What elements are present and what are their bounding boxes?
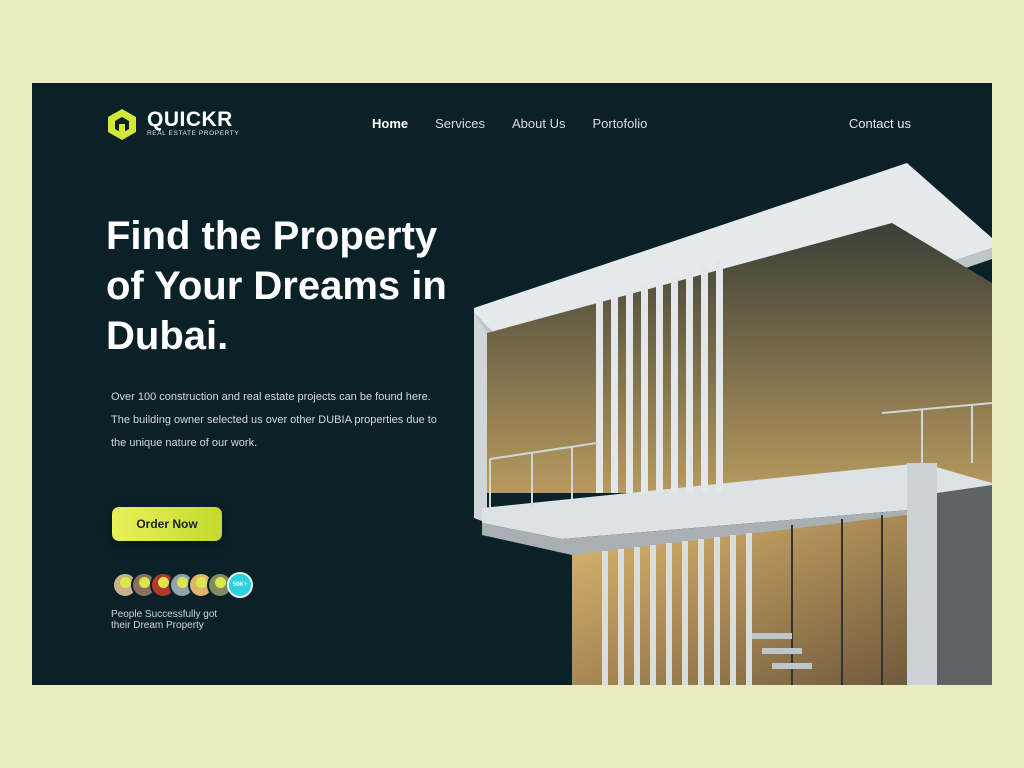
description-line: The building owner selected us over othe… (111, 414, 437, 426)
social-proof-line: their Dream Property (111, 620, 204, 631)
social-proof-text: People Successfully got their Dream Prop… (111, 609, 241, 631)
nav-contact-us[interactable]: Contact us (849, 116, 911, 131)
modern-house-photo (474, 163, 992, 685)
brand-logo[interactable]: QUICKR REAL ESTATE PROPERTY (105, 107, 239, 141)
brand-name: QUICKR (147, 108, 233, 131)
hero-title-line: Find the Property (106, 214, 438, 258)
nav-home[interactable]: Home (372, 116, 408, 131)
description-line: the unique nature of our work. (111, 437, 258, 449)
brand-text: QUICKR REAL ESTATE PROPERTY (147, 108, 240, 138)
hexagon-house-icon (108, 109, 136, 140)
hero-panel: QUICKR REAL ESTATE PROPERTY Home Service… (32, 83, 992, 685)
social-proof-line: People Successfully got (111, 609, 218, 620)
nav-about-us[interactable]: About Us (512, 116, 565, 131)
hero-description: Over 100 construction and real estate pr… (111, 386, 456, 455)
description-line: Over 100 construction and real estate pr… (111, 391, 431, 403)
hero-title-line: of Your Dreams in (106, 264, 447, 308)
brand-tagline: REAL ESTATE PROPERTY (147, 130, 240, 137)
hero-title: Find the Property of Your Dreams in Duba… (106, 211, 506, 361)
nav-portofolio[interactable]: Portofolio (592, 116, 647, 131)
hero-title-line: Dubai. (106, 314, 229, 358)
nav-services[interactable]: Services (435, 116, 485, 131)
main-nav: Home Services About Us Portofolio (372, 116, 647, 131)
order-now-button[interactable]: Order Now (112, 507, 222, 541)
avatar-more-badge: 50K+ (227, 572, 253, 598)
